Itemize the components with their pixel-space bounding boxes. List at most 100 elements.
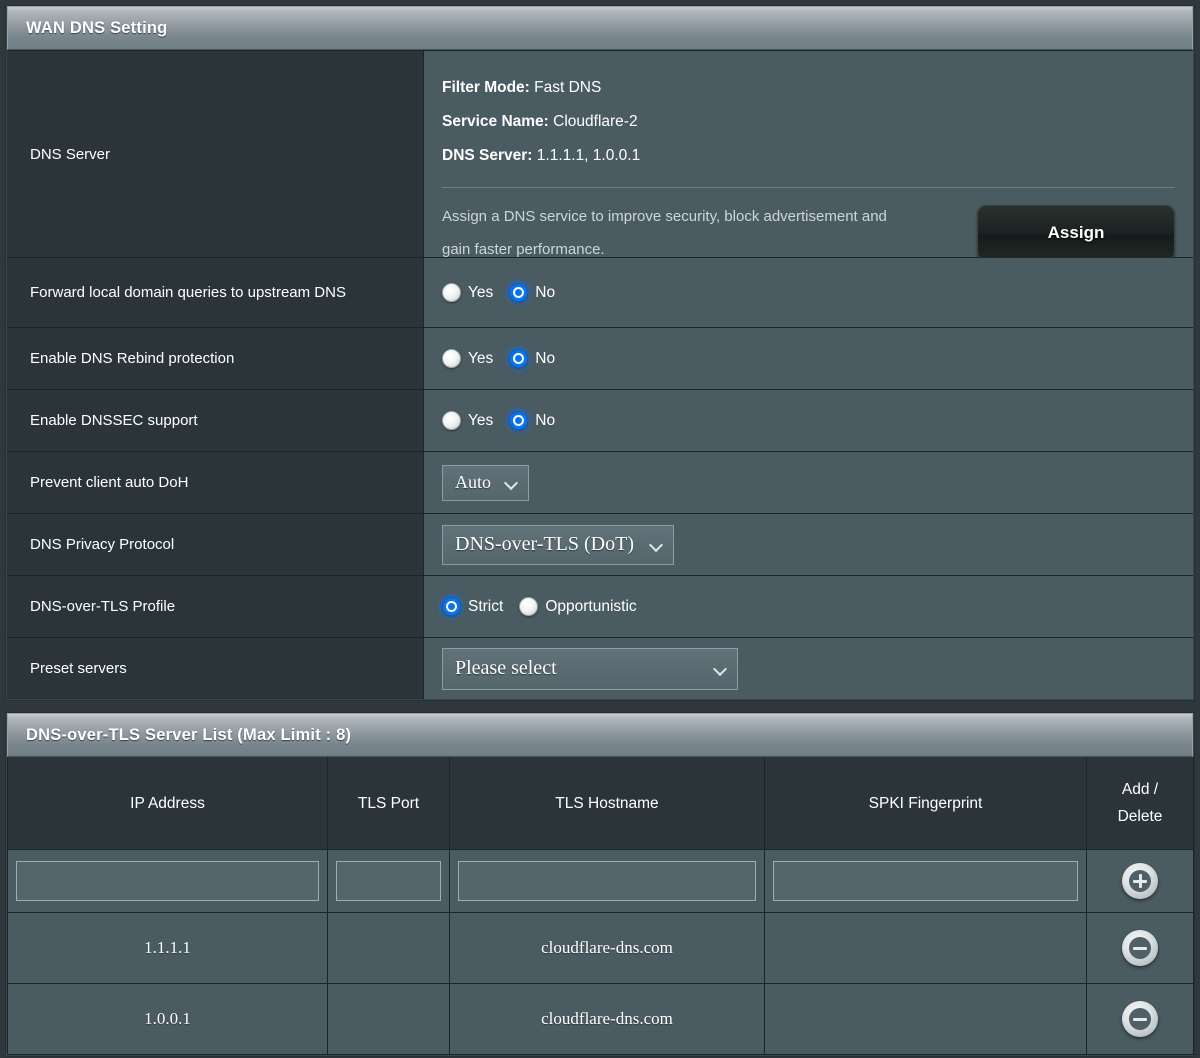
column-header-tls-port: TLS Port — [327, 757, 450, 850]
dnssec-radio-group: Yes No — [442, 411, 555, 430]
dnssec-radio-no[interactable]: No — [509, 411, 555, 430]
column-header-add-delete: Add / Delete — [1086, 757, 1194, 850]
dot-profile-opportunistic-label: Opportunistic — [545, 597, 637, 615]
assign-description: Assign a DNS service to improve security… — [442, 208, 887, 258]
privacy-protocol-select[interactable]: DNS-over-TLS (DoT) — [442, 524, 674, 565]
minus-horizontal-bar — [1133, 1017, 1147, 1021]
dot-profile-label: DNS-over-TLS Profile — [7, 576, 424, 637]
assign-area: Assign a DNS service to improve security… — [442, 200, 1175, 266]
add-delete-line-2: Delete — [1117, 808, 1163, 825]
dns-rebind-radio-yes[interactable]: Yes — [442, 349, 493, 368]
row-dnssec-support: Enable DNSSEC support Yes No — [7, 389, 1193, 451]
cell-ip-address: 1.0.0.1 — [7, 983, 328, 1055]
filter-mode-key: Filter Mode: — [442, 79, 530, 96]
dns-server-ips-value: 1.1.1.1, 1.0.0.1 — [536, 147, 641, 164]
radio-unselected-icon — [519, 597, 539, 616]
forward-local-radio-group: Yes No — [442, 283, 555, 302]
preset-servers-selected-value: Please select — [455, 657, 557, 679]
forward-local-domain-value-cell: Yes No — [424, 258, 1193, 327]
cell-tls-hostname: cloudflare-dns.com — [449, 983, 765, 1055]
wan-dns-setting-panel: WAN DNS Setting DNS Server Filter Mode: … — [6, 6, 1194, 700]
tls-port-input[interactable] — [336, 861, 441, 901]
dot-server-list-panel: DNS-over-TLS Server List (Max Limit : 8)… — [6, 713, 1194, 1056]
tls-hostname-input[interactable] — [458, 861, 756, 901]
row-dns-rebind-protection: Enable DNS Rebind protection Yes No — [7, 327, 1193, 389]
minus-horizontal-bar — [1133, 946, 1147, 950]
preset-servers-value-cell: Please select — [424, 638, 1193, 699]
prevent-doh-select[interactable]: Auto — [442, 464, 529, 501]
radio-unselected-icon — [442, 411, 461, 430]
row-forward-local-domain: Forward local domain queries to upstream… — [7, 257, 1193, 327]
privacy-protocol-label: DNS Privacy Protocol — [7, 514, 424, 575]
dns-rebind-radio-group: Yes No — [442, 349, 555, 368]
prevent-doh-value-cell: Auto — [424, 452, 1193, 513]
minus-circle-icon[interactable] — [1122, 1001, 1158, 1037]
table-new-entry-row — [7, 849, 1194, 913]
service-name-value: Cloudflare-2 — [553, 113, 638, 130]
dns-rebind-no-label: No — [535, 349, 556, 367]
cell-delete-action — [1086, 983, 1194, 1055]
divider — [442, 187, 1175, 188]
wan-dns-setting-title: WAN DNS Setting — [7, 6, 1193, 50]
filter-mode-line: Filter Mode: Fast DNS — [442, 71, 1175, 105]
dnssec-yes-label: Yes — [468, 411, 494, 429]
dnssec-no-label: No — [535, 411, 556, 429]
plus-vertical-bar — [1138, 874, 1142, 888]
cell-tls-port — [327, 912, 450, 984]
dnssec-radio-yes[interactable]: Yes — [442, 411, 493, 430]
dns-rebind-radio-no[interactable]: No — [509, 349, 555, 368]
cell-spki-fingerprint — [764, 912, 1087, 984]
radio-selected-icon — [509, 349, 529, 368]
radio-unselected-icon — [442, 349, 461, 368]
table-row: 1.0.0.1 cloudflare-dns.com — [7, 983, 1194, 1055]
cell-add-action — [1086, 849, 1194, 913]
dnssec-value-cell: Yes No — [424, 390, 1193, 451]
radio-selected-icon — [442, 597, 461, 616]
column-header-ip-address: IP Address — [7, 757, 328, 850]
dns-rebind-yes-label: Yes — [468, 349, 494, 367]
row-dns-privacy-protocol: DNS Privacy Protocol DNS-over-TLS (DoT) — [7, 513, 1193, 575]
dns-server-key: DNS Server: — [442, 147, 533, 164]
ip-address-input[interactable] — [16, 861, 319, 901]
cell-tls-port — [327, 983, 450, 1055]
table-header-row: IP Address TLS Port TLS Hostname SPKI Fi… — [7, 757, 1194, 850]
assign-button[interactable]: Assign — [977, 205, 1175, 261]
forward-local-radio-no[interactable]: No — [509, 283, 555, 302]
row-prevent-client-auto-doh: Prevent client auto DoH Auto — [7, 451, 1193, 513]
plus-circle-icon[interactable] — [1122, 863, 1158, 899]
filter-mode-value: Fast DNS — [534, 79, 602, 96]
dot-server-list-table: IP Address TLS Port TLS Hostname SPKI Fi… — [7, 757, 1194, 1055]
chevron-down-icon — [714, 662, 727, 675]
spki-fingerprint-input[interactable] — [773, 861, 1078, 901]
dns-rebind-label: Enable DNS Rebind protection — [7, 328, 424, 389]
row-dns-server: DNS Server Filter Mode: Fast DNS Service… — [7, 50, 1193, 261]
dns-server-label: DNS Server — [7, 51, 424, 257]
cell-ip-address: 1.1.1.1 — [7, 912, 328, 984]
service-name-line: Service Name: Cloudflare-2 — [442, 105, 1175, 139]
dot-profile-radio-strict[interactable]: Strict — [442, 597, 503, 616]
preset-servers-select[interactable]: Please select — [442, 647, 738, 690]
privacy-protocol-value-cell: DNS-over-TLS (DoT) — [424, 514, 1193, 575]
prevent-doh-label: Prevent client auto DoH — [7, 452, 424, 513]
cell-delete-action — [1086, 912, 1194, 984]
dot-profile-strict-label: Strict — [468, 597, 504, 615]
forward-local-no-label: No — [535, 283, 556, 301]
cell-new-tls-hostname — [449, 849, 765, 913]
cell-spki-fingerprint — [764, 983, 1087, 1055]
dns-rebind-value-cell: Yes No — [424, 328, 1193, 389]
row-dot-profile: DNS-over-TLS Profile Strict Opportunisti… — [7, 575, 1193, 637]
cell-new-ip-address — [7, 849, 328, 913]
add-delete-line-1: Add / — [1121, 781, 1159, 798]
radio-unselected-icon — [442, 283, 461, 302]
dot-profile-radio-opportunistic[interactable]: Opportunistic — [519, 597, 637, 616]
radio-selected-icon — [509, 411, 529, 430]
privacy-protocol-selected-value: DNS-over-TLS (DoT) — [455, 533, 635, 555]
cell-tls-hostname: cloudflare-dns.com — [449, 912, 765, 984]
dns-server-ips-line: DNS Server: 1.1.1.1, 1.0.0.1 — [442, 139, 1175, 173]
dns-server-value-cell: Filter Mode: Fast DNS Service Name: Clou… — [424, 51, 1193, 261]
forward-local-yes-label: Yes — [468, 283, 494, 301]
forward-local-radio-yes[interactable]: Yes — [442, 283, 493, 302]
page-root: WAN DNS Setting DNS Server Filter Mode: … — [0, 6, 1200, 1058]
cell-new-spki-fingerprint — [764, 849, 1087, 913]
minus-circle-icon[interactable] — [1122, 930, 1158, 966]
